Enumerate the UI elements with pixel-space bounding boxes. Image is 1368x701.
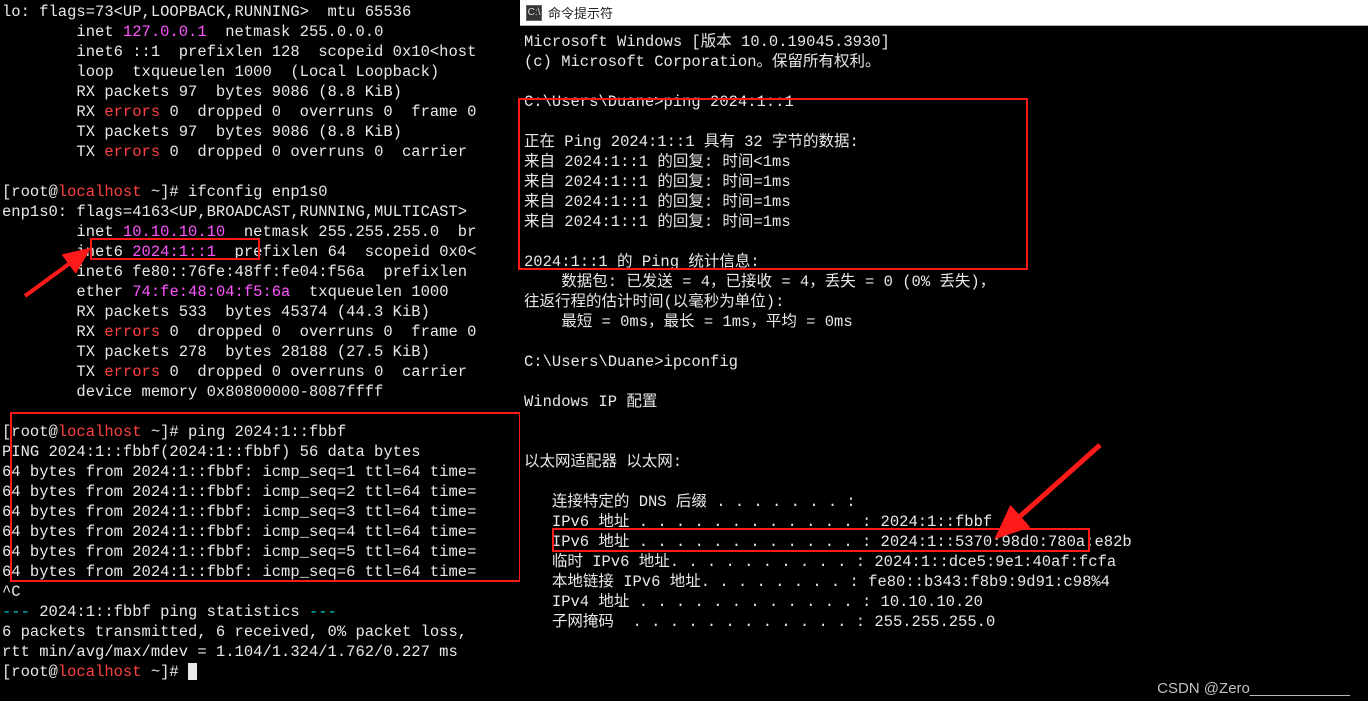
terminal-line: 64 bytes from 2024:1::fbbf: icmp_seq=3 t…: [2, 502, 520, 522]
terminal-line: 64 bytes from 2024:1::fbbf: icmp_seq=4 t…: [2, 522, 520, 542]
cmd-line: Windows IP 配置: [520, 392, 1368, 412]
cmd-line: [520, 412, 1368, 432]
terminal-line: ether 74:fe:48:04:f5:6a txqueuelen 1000: [2, 282, 520, 302]
terminal-line: 64 bytes from 2024:1::fbbf: icmp_seq=6 t…: [2, 562, 520, 582]
cmd-line: 临时 IPv6 地址. . . . . . . . . . : 2024:1::…: [520, 552, 1368, 572]
terminal-line: [root@localhost ~]# ifconfig enp1s0: [2, 182, 520, 202]
terminal-line: [root@localhost ~]#: [2, 662, 520, 682]
cmd-line: [520, 112, 1368, 132]
terminal-line: inet 127.0.0.1 netmask 255.0.0.0: [2, 22, 520, 42]
cmd-line: Microsoft Windows [版本 10.0.19045.3930]: [520, 32, 1368, 52]
cursor: [188, 663, 197, 680]
terminal-line: lo: flags=73<UP,LOOPBACK,RUNNING> mtu 65…: [2, 2, 520, 22]
cmd-line: 本地链接 IPv6 地址. . . . . . . . : fe80::b343…: [520, 572, 1368, 592]
terminal-line: inet 10.10.10.10 netmask 255.255.255.0 b…: [2, 222, 520, 242]
cmd-line: IPv6 地址 . . . . . . . . . . . . : 2024:1…: [520, 512, 1368, 532]
cmd-line: 往返行程的估计时间(以毫秒为单位):: [520, 292, 1368, 312]
terminal-line: loop txqueuelen 1000 (Local Loopback): [2, 62, 520, 82]
cmd-line: 来自 2024:1::1 的回复: 时间=1ms: [520, 192, 1368, 212]
terminal-line: [2, 162, 520, 182]
terminal-line: 6 packets transmitted, 6 received, 0% pa…: [2, 622, 520, 642]
cmd-line: 来自 2024:1::1 的回复: 时间=1ms: [520, 172, 1368, 192]
cmd-line: 数据包: 已发送 = 4，已接收 = 4，丢失 = 0 (0% 丢失)，: [520, 272, 1368, 292]
cmd-line: 子网掩码 . . . . . . . . . . . . : 255.255.2…: [520, 612, 1368, 632]
cmd-line: [520, 372, 1368, 392]
watermark: CSDN @Zero____________: [1157, 680, 1350, 697]
cmd-line: [520, 472, 1368, 492]
cmd-line: [520, 232, 1368, 252]
cmd-line: C:\Users\Duane>ipconfig: [520, 352, 1368, 372]
terminal-line: rtt min/avg/max/mdev = 1.104/1.324/1.762…: [2, 642, 520, 662]
terminal-line: inet6 2024:1::1 prefixlen 64 scopeid 0x0…: [2, 242, 520, 262]
cmd-icon: C:\: [526, 5, 542, 21]
terminal-line: ^C: [2, 582, 520, 602]
terminal-line: TX packets 97 bytes 9086 (8.8 KiB): [2, 122, 520, 142]
terminal-line: [root@localhost ~]# ping 2024:1::fbbf: [2, 422, 520, 442]
terminal-line: 64 bytes from 2024:1::fbbf: icmp_seq=5 t…: [2, 542, 520, 562]
cmd-line: (c) Microsoft Corporation。保留所有权利。: [520, 52, 1368, 72]
linux-terminal[interactable]: lo: flags=73<UP,LOOPBACK,RUNNING> mtu 65…: [0, 0, 520, 701]
cmd-line: [520, 72, 1368, 92]
terminal-line: TX packets 278 bytes 28188 (27.5 KiB): [2, 342, 520, 362]
cmd-line: IPv6 地址 . . . . . . . . . . . . : 2024:1…: [520, 532, 1368, 552]
terminal-line: PING 2024:1::fbbf(2024:1::fbbf) 56 data …: [2, 442, 520, 462]
terminal-line: TX errors 0 dropped 0 overruns 0 carrier: [2, 362, 520, 382]
terminal-line: inet6 fe80::76fe:48ff:fe04:f56a prefixle…: [2, 262, 520, 282]
cmd-line: 2024:1::1 的 Ping 统计信息:: [520, 252, 1368, 272]
terminal-line: device memory 0x80800000-8087ffff: [2, 382, 520, 402]
cmd-title-text: 命令提示符: [548, 3, 613, 22]
cmd-line: 最短 = 0ms，最长 = 1ms，平均 = 0ms: [520, 312, 1368, 332]
cmd-line: C:\Users\Duane>ping 2024:1::1: [520, 92, 1368, 112]
terminal-line: [2, 402, 520, 422]
cmd-line: 连接特定的 DNS 后缀 . . . . . . . :: [520, 492, 1368, 512]
cmd-titlebar[interactable]: C:\ 命令提示符: [520, 0, 1368, 26]
terminal-line: RX errors 0 dropped 0 overruns 0 frame 0: [2, 322, 520, 342]
cmd-line: [520, 432, 1368, 452]
cmd-line: 正在 Ping 2024:1::1 具有 32 字节的数据:: [520, 132, 1368, 152]
cmd-line: [520, 332, 1368, 352]
terminal-line: TX errors 0 dropped 0 overruns 0 carrier: [2, 142, 520, 162]
terminal-line: RX packets 533 bytes 45374 (44.3 KiB): [2, 302, 520, 322]
cmd-line: 来自 2024:1::1 的回复: 时间<1ms: [520, 152, 1368, 172]
terminal-line: inet6 ::1 prefixlen 128 scopeid 0x10<hos…: [2, 42, 520, 62]
terminal-line: RX packets 97 bytes 9086 (8.8 KiB): [2, 82, 520, 102]
windows-cmd-window[interactable]: C:\ 命令提示符 Microsoft Windows [版本 10.0.190…: [520, 0, 1368, 701]
terminal-line: 64 bytes from 2024:1::fbbf: icmp_seq=1 t…: [2, 462, 520, 482]
terminal-line: 64 bytes from 2024:1::fbbf: icmp_seq=2 t…: [2, 482, 520, 502]
terminal-line: RX errors 0 dropped 0 overruns 0 frame 0: [2, 102, 520, 122]
cmd-line: 以太网适配器 以太网:: [520, 452, 1368, 472]
terminal-line: --- 2024:1::fbbf ping statistics ---: [2, 602, 520, 622]
terminal-line: enp1s0: flags=4163<UP,BROADCAST,RUNNING,…: [2, 202, 520, 222]
cmd-line: 来自 2024:1::1 的回复: 时间=1ms: [520, 212, 1368, 232]
cmd-line: IPv4 地址 . . . . . . . . . . . . : 10.10.…: [520, 592, 1368, 612]
